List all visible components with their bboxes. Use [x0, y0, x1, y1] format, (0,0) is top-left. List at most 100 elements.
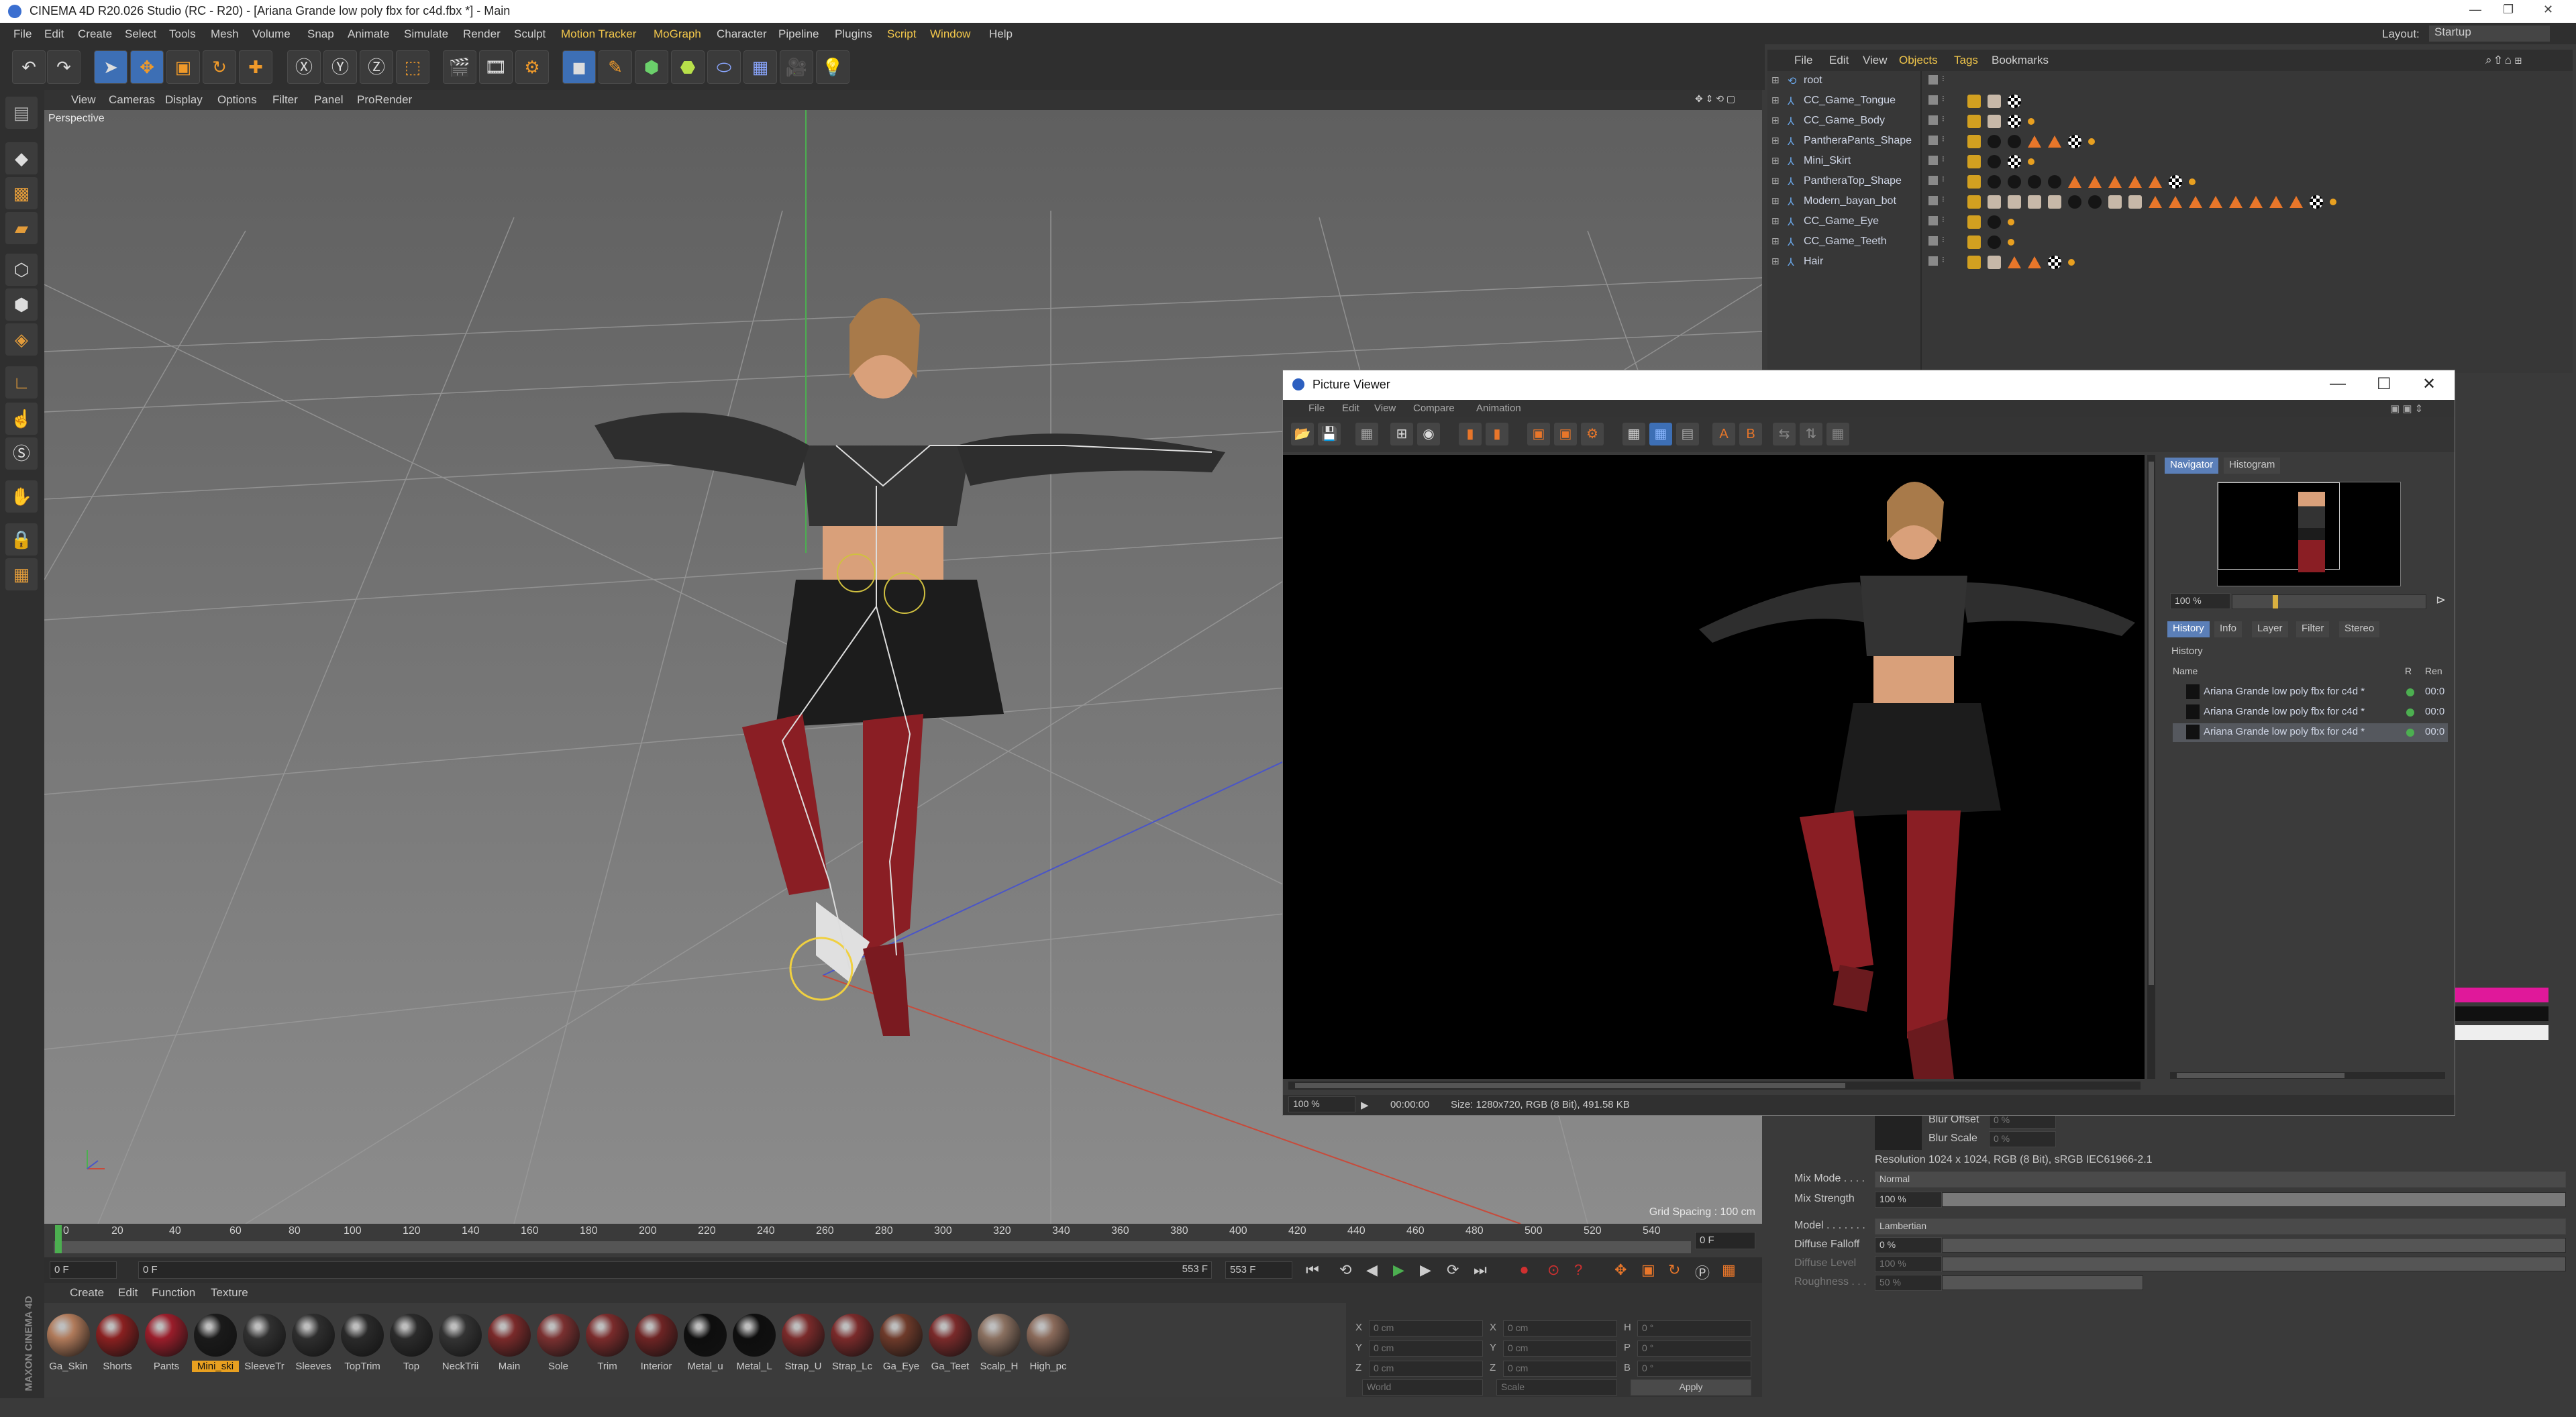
previous-key-icon[interactable]: ⟲ — [1339, 1261, 1351, 1279]
visibility-icon[interactable] — [1928, 256, 1938, 266]
enable-icon[interactable]: ⁝ — [1942, 134, 1945, 144]
checker-tag-icon[interactable] — [2008, 95, 2021, 108]
model-select[interactable]: Lambertian — [1875, 1218, 2566, 1235]
material-tag-icon[interactable] — [2068, 195, 2081, 209]
weight-tag-icon[interactable] — [2068, 176, 2081, 188]
viewport-nav-icons[interactable]: ✥ ⇕ ⟲ ▢ — [1695, 93, 1735, 105]
material-menu-texture[interactable]: Texture — [211, 1286, 248, 1300]
move-icon[interactable]: ✥ — [130, 50, 164, 84]
coordinate-system-icon[interactable]: ⬚ — [396, 50, 429, 84]
menu-volume[interactable]: Volume — [252, 28, 291, 41]
render-settings-icon[interactable]: ⚙ — [515, 50, 549, 84]
mix-mode-select[interactable]: Normal — [1875, 1171, 2566, 1188]
apply-button[interactable]: Apply — [1631, 1379, 1751, 1396]
material-tag-icon[interactable] — [2008, 135, 2021, 148]
objects-menu-view[interactable]: View — [1863, 54, 1888, 67]
enable-icon[interactable]: ⁝ — [1942, 94, 1945, 103]
expand-icon[interactable]: ⊞ — [1771, 155, 1780, 166]
material-tag-icon[interactable] — [1988, 155, 2001, 168]
weight-tag-icon[interactable] — [2028, 136, 2041, 148]
menu-file[interactable]: File — [13, 28, 32, 41]
size-x-field[interactable]: 0 cm — [1503, 1320, 1617, 1336]
pv-maximize-icon[interactable]: ☐ — [2377, 374, 2391, 394]
history-scrollbar[interactable] — [2170, 1072, 2445, 1079]
visibility-icon[interactable] — [1928, 136, 1938, 145]
expand-icon[interactable]: ⊞ — [1771, 256, 1780, 267]
phong-tag-icon[interactable] — [2028, 118, 2034, 125]
menu-animate[interactable]: Animate — [348, 28, 389, 41]
pv-close-icon[interactable]: ✕ — [2422, 374, 2436, 394]
subdivision-icon[interactable]: ⬢ — [635, 50, 668, 84]
enable-icon[interactable]: ⁝ — [1942, 255, 1945, 264]
axis-mode-icon[interactable]: ∟ — [5, 366, 38, 399]
light-icon[interactable]: 💡 — [816, 50, 849, 84]
coordinate-mode-select[interactable]: World — [1362, 1379, 1483, 1396]
diffuse-falloff-field[interactable]: 0 % — [1875, 1237, 1942, 1253]
pen-icon[interactable]: ✎ — [599, 50, 632, 84]
checker-tag-icon[interactable] — [2310, 195, 2323, 209]
render-settings-pv-icon[interactable]: ⚙ — [1581, 423, 1604, 445]
material-swatch[interactable] — [978, 1314, 1021, 1357]
navigator-zoom-reset-icon[interactable]: ⊳ — [2436, 593, 2446, 607]
material-swatch[interactable] — [635, 1314, 678, 1357]
weight-tag-icon[interactable] — [2229, 196, 2243, 208]
color-swatch-magenta[interactable] — [2455, 988, 2548, 1002]
blur-scale-field[interactable]: 0 % — [1989, 1131, 2056, 1147]
undo-icon[interactable]: ↶ — [12, 50, 46, 84]
weight-tag-icon[interactable] — [2028, 256, 2041, 268]
object-row[interactable]: ⊞ ⅄ CC_Game_Tongue ⁝ — [1767, 91, 2573, 111]
render-active-view-icon[interactable]: ▣ — [1527, 423, 1550, 445]
tab-info[interactable]: Info — [2214, 621, 2243, 637]
object-row[interactable]: ⊞ ⅄ Mini_Skirt ⁝ — [1767, 152, 2573, 172]
material-swatch[interactable] — [341, 1314, 384, 1357]
material-swatch[interactable] — [929, 1314, 972, 1357]
checker-tag-icon[interactable] — [2169, 175, 2182, 189]
material-tag-icon[interactable] — [1988, 235, 2001, 249]
restore-icon[interactable]: ❐ — [2503, 3, 2514, 17]
floor-icon[interactable]: ▦ — [743, 50, 777, 84]
checker-tag-icon[interactable] — [2048, 256, 2061, 269]
render-picture-viewer-icon[interactable]: 🎞 — [479, 50, 513, 84]
make-editable-icon[interactable]: ▤ — [5, 97, 38, 129]
swap-icon[interactable]: ⇆ — [1773, 423, 1796, 445]
material-swatch[interactable] — [243, 1314, 286, 1357]
add-icon[interactable]: ✚ — [239, 50, 272, 84]
object-row[interactable]: ⊞ ⅄ CC_Game_Body ⁝ — [1767, 111, 2573, 132]
viewport-menu-options[interactable]: Options — [217, 93, 257, 107]
navigator-zoom-handle[interactable] — [2273, 595, 2278, 609]
material-tag-icon[interactable] — [2048, 175, 2061, 189]
menu-sculpt[interactable]: Sculpt — [514, 28, 546, 41]
menu-pipeline[interactable]: Pipeline — [778, 28, 819, 41]
expand-icon[interactable]: ⊞ — [1771, 115, 1780, 126]
material-menu-create[interactable]: Create — [70, 1286, 104, 1300]
navigator-zoom-field[interactable]: 100 % — [2170, 593, 2230, 609]
weight-tag-icon[interactable] — [2269, 196, 2283, 208]
material-tag-icon[interactable] — [2088, 195, 2102, 209]
material-swatch[interactable] — [292, 1314, 335, 1357]
color-swatch-black[interactable] — [2455, 1006, 2548, 1021]
material-swatch[interactable] — [1027, 1314, 1070, 1357]
expand-icon[interactable]: ⊞ — [1771, 215, 1780, 227]
objects-menu-edit[interactable]: Edit — [1829, 54, 1849, 67]
position-x-field[interactable]: 0 cm — [1369, 1320, 1483, 1336]
key-position-icon[interactable]: ✥ — [1614, 1261, 1627, 1279]
fit-icon[interactable]: ▦ — [1826, 423, 1849, 445]
material-tag-icon[interactable] — [1988, 175, 2001, 189]
channel-red-icon[interactable]: ▮ — [1459, 423, 1482, 445]
menu-edit[interactable]: Edit — [44, 28, 64, 41]
texture-mode-icon[interactable]: ▩ — [5, 177, 38, 209]
material-swatch[interactable] — [145, 1314, 188, 1357]
expand-icon[interactable]: ⊞ — [1771, 74, 1780, 86]
skin-tag-icon[interactable] — [1967, 135, 1981, 148]
menu-motion-tracker[interactable]: Motion Tracker — [561, 28, 636, 41]
menu-snap[interactable]: Snap — [307, 28, 334, 41]
mix-strength-slider[interactable] — [1942, 1192, 2566, 1207]
viewport-menu-cameras[interactable]: Cameras — [109, 93, 155, 107]
tab-layer[interactable]: Layer — [2252, 621, 2288, 637]
current-frame-field[interactable]: 0 F — [1695, 1232, 1755, 1249]
menu-simulate[interactable]: Simulate — [404, 28, 448, 41]
visibility-icon[interactable] — [1928, 236, 1938, 246]
objects-menu-tags[interactable]: Tags — [1954, 54, 1978, 67]
diffuse-level-slider[interactable] — [1942, 1257, 2566, 1271]
phong-tag-icon[interactable] — [2189, 178, 2196, 185]
